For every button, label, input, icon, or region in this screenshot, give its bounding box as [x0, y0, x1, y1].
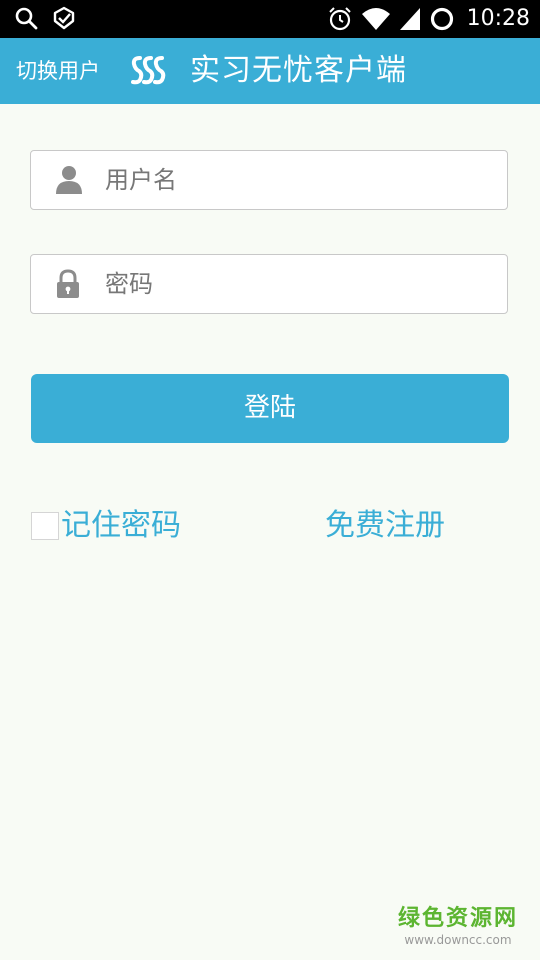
person-icon — [55, 165, 83, 199]
alarm-icon — [327, 6, 353, 32]
sync-ring-icon — [429, 6, 455, 32]
remember-password-toggle[interactable]: 记住密码 — [31, 507, 181, 545]
app-title: 实习无忧客户端 — [190, 53, 407, 88]
remember-checkbox[interactable] — [31, 512, 59, 540]
register-link[interactable]: 免费注册 — [325, 507, 445, 545]
notification-check-icon — [52, 6, 76, 30]
app-bar: 切换用户 实习无忧客户端 — [0, 38, 540, 104]
watermark-url: www.downcc.com — [404, 933, 512, 947]
password-input[interactable] — [105, 255, 495, 313]
lock-icon — [55, 269, 81, 303]
remember-label[interactable]: 记住密码 — [61, 507, 181, 545]
username-input[interactable] — [105, 151, 495, 209]
status-bar: 10:28 — [0, 0, 540, 38]
watermark: 绿色资源网 www.downcc.com — [398, 906, 518, 948]
status-time: 10:28 — [466, 6, 530, 31]
wifi-icon — [361, 6, 391, 32]
search-icon — [14, 6, 38, 30]
username-field[interactable] — [30, 150, 508, 210]
sss-logo-icon — [130, 55, 168, 89]
cell-signal-icon — [399, 6, 421, 32]
switch-user-button[interactable]: 切换用户 — [16, 58, 100, 84]
password-field[interactable] — [30, 254, 508, 314]
login-button[interactable]: 登陆 — [31, 374, 509, 443]
watermark-title: 绿色资源网 — [397, 906, 518, 931]
